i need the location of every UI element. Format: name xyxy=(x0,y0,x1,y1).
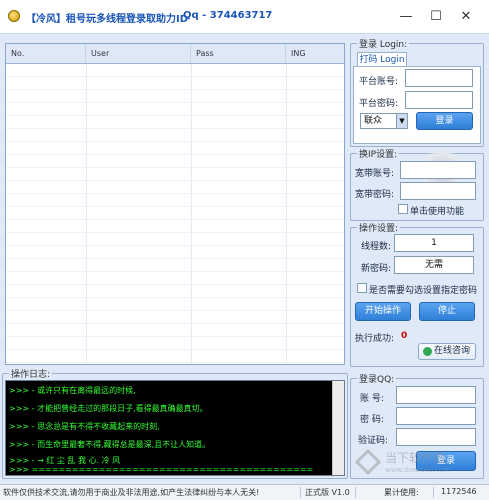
qq-captcha-input[interactable] xyxy=(396,428,476,446)
new-password-input[interactable]: 无需 xyxy=(394,256,474,274)
usage-label: 累计使用: xyxy=(384,488,419,497)
column-header-no[interactable]: No. xyxy=(6,44,86,63)
qq-password-input[interactable] xyxy=(396,407,476,425)
minimize-button[interactable]: — xyxy=(393,6,419,28)
platform-login-button[interactable]: 登录 xyxy=(416,112,473,130)
start-operation-button[interactable]: 开始操作 xyxy=(355,302,411,321)
contact-qq: Qq - 374463717 xyxy=(183,10,273,21)
status-bar: 软件仅供技术交流,请勿用于商业及非法用途,如产生法律纠纷与本人无关! 正式版 V… xyxy=(0,484,489,500)
log-line: >>> - 思念总是有不得不收藏起来的时刻, xyxy=(9,422,160,431)
usage-count: 1172546 xyxy=(441,487,477,496)
ip-settings-title: 换IP设置: xyxy=(357,147,400,160)
tab-captcha-login[interactable]: 打码 Login xyxy=(357,52,407,67)
column-divider xyxy=(86,64,87,364)
column-header-user[interactable]: User xyxy=(86,44,191,63)
broadband-password-input[interactable] xyxy=(400,182,476,200)
broadband-account-input[interactable] xyxy=(400,161,476,179)
new-password-label: 新密码: xyxy=(361,264,392,274)
broadband-password-label: 宽带密码: xyxy=(355,190,395,200)
log-line: >>> - 而生命里最奢不得,藏得总是最深,且不让人知道。 xyxy=(9,440,211,449)
threads-input[interactable]: 1 xyxy=(394,234,474,252)
watermark-logo-icon xyxy=(355,449,381,475)
captcha-service-value: 联众 xyxy=(364,116,383,126)
qq-password-label: 密 码: xyxy=(360,415,384,425)
online-consult-button[interactable]: 在线咨询 xyxy=(418,343,476,360)
watermark-text: 当下软件园 xyxy=(385,451,446,465)
column-header-ing[interactable]: ING xyxy=(286,44,344,63)
status-separator xyxy=(433,487,434,498)
status-separator xyxy=(355,487,356,498)
log-scrollbar[interactable] xyxy=(332,381,344,475)
disclaimer-text: 软件仅供技术交流,请勿用于商业及非法用途,如产生法律纠纷与本人无关! xyxy=(3,488,260,497)
require-password-checkbox[interactable] xyxy=(357,283,367,293)
threads-label: 线程数: xyxy=(361,242,392,252)
login-qq-title: 登录QQ: xyxy=(357,372,397,385)
broadband-account-label: 宽带账号: xyxy=(355,169,395,179)
platform-account-label: 平台账号: xyxy=(359,77,399,87)
app-icon xyxy=(8,10,20,22)
version-text: 正式版 V1.0 xyxy=(305,488,350,497)
require-password-label: 是否需要勾选设置指定密码 xyxy=(369,286,478,296)
maximize-button[interactable]: ☐ xyxy=(423,6,449,28)
platform-password-label: 平台密码: xyxy=(359,99,399,109)
log-line: >>> - 或许只有在离得最远的时候, xyxy=(9,386,136,395)
column-header-pass[interactable]: Pass xyxy=(191,44,286,63)
watermark-url: www.downxia.com xyxy=(385,466,451,474)
operation-group-title: 操作设置: xyxy=(357,221,401,234)
qq-account-label: 账 号: xyxy=(360,394,384,404)
log-line: >>> ====================================… xyxy=(9,465,314,474)
success-label: 执行成功: xyxy=(355,334,395,344)
close-button[interactable]: ✕ xyxy=(453,6,479,28)
single-use-checkbox[interactable] xyxy=(398,204,408,214)
stop-button[interactable]: 停止 xyxy=(419,302,475,321)
chat-icon xyxy=(423,347,432,356)
log-console[interactable]: >>> - 或许只有在离得最远的时候, >>> - 才能把曾经走过的那段日子,看… xyxy=(5,380,345,476)
captcha-service-select[interactable]: 联众 ▼ xyxy=(360,113,408,129)
platform-password-input[interactable] xyxy=(405,91,473,109)
platform-account-input[interactable] xyxy=(405,69,473,87)
single-use-label: 单击使用功能 xyxy=(410,207,465,217)
account-list-header: No. User Pass ING xyxy=(6,44,344,64)
title-bar: 【冷风】租号玩多线程登录取助力ID Qq - 374463717 — ☐ ✕ xyxy=(0,0,489,34)
account-list-body[interactable] xyxy=(6,64,344,364)
log-group-title: 操作日志: xyxy=(9,367,53,380)
column-divider xyxy=(191,64,192,364)
column-divider xyxy=(286,64,287,364)
chevron-down-icon[interactable]: ▼ xyxy=(396,114,407,128)
online-consult-label: 在线咨询 xyxy=(433,346,470,356)
account-list[interactable]: No. User Pass ING xyxy=(5,43,345,365)
window-title: 【冷风】租号玩多线程登录取助力ID xyxy=(26,14,189,25)
site-watermark: 当下软件园 www.downxia.com xyxy=(355,447,465,477)
qq-captcha-label: 验证码: xyxy=(358,436,389,446)
log-line: >>> - 才能把曾经走过的那段日子,看得最真确最真切。 xyxy=(9,404,208,413)
login-group-title: 登录 Login: xyxy=(357,37,410,50)
status-separator xyxy=(300,487,301,498)
qq-account-input[interactable] xyxy=(396,386,476,404)
success-count: 0 xyxy=(401,331,408,341)
